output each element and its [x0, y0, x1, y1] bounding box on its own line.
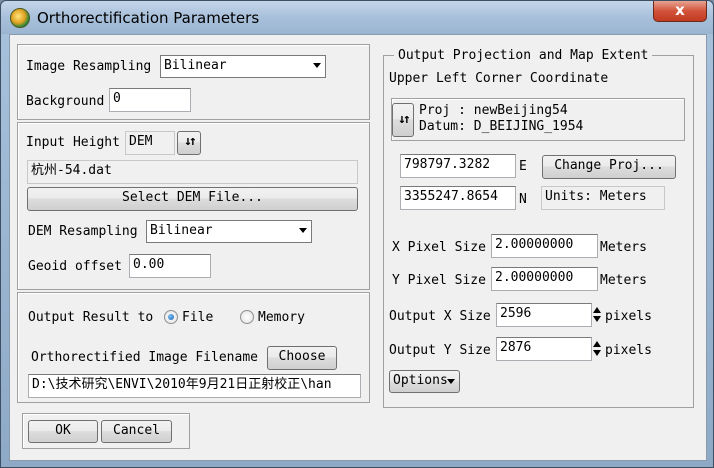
- easting-unit: E: [519, 159, 527, 174]
- change-projection-button[interactable]: Change Proj...: [542, 155, 676, 179]
- output-result-label: Output Result to: [28, 310, 154, 325]
- output-filename-label: Orthorectified Image Filename: [31, 350, 258, 365]
- y-pixel-size-unit: Meters: [600, 273, 647, 288]
- file-radio[interactable]: [164, 310, 178, 324]
- output-x-size-label: Output X Size: [389, 309, 491, 324]
- select-dem-file-button[interactable]: Select DEM File...: [27, 187, 358, 211]
- output-y-size-unit: pixels: [605, 343, 652, 358]
- file-option-label[interactable]: File: [182, 310, 213, 325]
- envi-globe-icon: [10, 8, 30, 28]
- background-field[interactable]: 0: [109, 88, 191, 112]
- y-pixel-size-field[interactable]: 2.00000000: [491, 267, 598, 291]
- chevron-down-icon: [447, 379, 455, 384]
- input-height-toggle-button[interactable]: ↓↑: [177, 131, 201, 155]
- dem-resampling-select[interactable]: Bilinear: [146, 220, 312, 243]
- dialog-window: Orthorectification Parameters x Image Re…: [0, 0, 714, 468]
- upper-left-corner-label: Upper Left Corner Coordinate: [389, 71, 609, 86]
- easting-field[interactable]: 798797.3282: [400, 154, 516, 178]
- swap-arrows-icon: ↓↑: [398, 112, 411, 127]
- output-x-size-stepper[interactable]: [592, 306, 602, 324]
- input-height-field: DEM: [125, 131, 175, 155]
- memory-radio[interactable]: [240, 310, 254, 324]
- projection-toggle-button[interactable]: ↓↑: [392, 103, 414, 137]
- x-pixel-size-label: X Pixel Size: [392, 240, 486, 255]
- spin-down-icon[interactable]: [593, 316, 601, 322]
- geoid-offset-field[interactable]: 0.00: [129, 254, 211, 278]
- window-title: Orthorectification Parameters: [37, 9, 260, 27]
- dem-resampling-value: Bilinear: [150, 223, 213, 238]
- northing-unit: N: [519, 192, 527, 207]
- spin-up-icon[interactable]: [593, 307, 601, 313]
- chevron-down-icon: [299, 228, 307, 233]
- chevron-down-icon: [313, 63, 321, 68]
- output-panel: Output Result to File Memory Orthorectif…: [17, 292, 370, 403]
- swap-arrows-icon: ↓↑: [184, 134, 197, 149]
- cancel-button[interactable]: Cancel: [101, 420, 172, 443]
- proj-line: Proj : newBeijing54: [419, 103, 568, 118]
- spin-up-icon[interactable]: [593, 341, 601, 347]
- spin-down-icon[interactable]: [593, 350, 601, 356]
- output-filename-field[interactable]: D:\技术研究\ENVI\2010年9月21日正射校正\han: [28, 374, 361, 398]
- northing-field[interactable]: 3355247.8654: [400, 186, 516, 210]
- output-x-size-unit: pixels: [605, 309, 652, 324]
- memory-option-label[interactable]: Memory: [258, 310, 305, 325]
- input-height-label: Input Height: [26, 135, 120, 150]
- background-label: Background: [26, 94, 105, 109]
- datum-line: Datum: D_BEIJING_1954: [419, 119, 584, 134]
- x-pixel-size-unit: Meters: [600, 240, 647, 255]
- image-resampling-value: Bilinear: [164, 58, 227, 73]
- x-pixel-size-field[interactable]: 2.00000000: [491, 234, 598, 258]
- dem-panel: Input Height DEM ↓↑ 杭州-54.dat Select DEM…: [17, 122, 370, 290]
- image-resampling-select[interactable]: Bilinear: [160, 55, 326, 78]
- output-y-size-label: Output Y Size: [389, 343, 491, 358]
- dem-resampling-label: DEM Resampling: [28, 224, 138, 239]
- close-button[interactable]: x: [653, 1, 707, 22]
- output-y-size-stepper[interactable]: [592, 340, 602, 358]
- options-label: Options: [393, 373, 448, 388]
- ok-button[interactable]: OK: [28, 420, 98, 443]
- dem-file-field: 杭州-54.dat: [27, 160, 358, 184]
- resampling-panel: Image Resampling Bilinear Background 0: [17, 44, 370, 120]
- image-resampling-label: Image Resampling: [26, 59, 152, 74]
- title-bar[interactable]: Orthorectification Parameters x: [1, 1, 713, 34]
- options-menu-button[interactable]: Options: [389, 370, 460, 393]
- y-pixel-size-label: Y Pixel Size: [392, 273, 486, 288]
- geoid-offset-label: Geoid offset: [28, 259, 122, 274]
- output-y-size-field[interactable]: 2876: [496, 337, 592, 361]
- output-x-size-field[interactable]: 2596: [496, 303, 592, 327]
- projection-group-title: Output Projection and Map Extent: [394, 48, 653, 63]
- action-button-panel: OK Cancel: [22, 413, 190, 449]
- dialog-body: Image Resampling Bilinear Background 0 I…: [9, 34, 707, 461]
- units-display: Units: Meters: [541, 186, 665, 210]
- projection-info-panel: ↓↑ Proj : newBeijing54 Datum: D_BEIJING_…: [391, 98, 685, 141]
- choose-button[interactable]: Choose: [267, 346, 337, 370]
